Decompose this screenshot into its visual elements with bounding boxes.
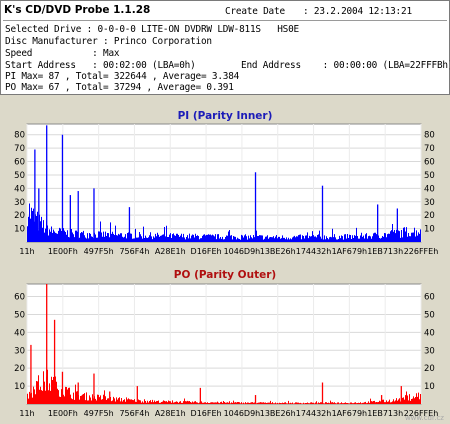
- plot-area: [26, 123, 422, 243]
- y-tick-label-right: 60: [424, 293, 435, 303]
- y-tick-label-left: 50: [14, 310, 25, 320]
- x-tick-label: 1EB713h: [367, 409, 403, 418]
- y-tick-label-right: 20: [424, 211, 435, 221]
- pi-stats: PI Max= 87 , Total= 322644 , Average= 3.…: [5, 71, 240, 82]
- po-chart-panel: PO (Parity Outer) 10 10 20 20 30 30 40 40 50 50 60…: [0, 266, 450, 424]
- info-panel: K's CD/DVD Probe 1.1.28 Create Date : 23…: [0, 0, 450, 95]
- y-tick-label-left: 70: [14, 144, 25, 154]
- selected-drive: Selected Drive : 0-0-0-0 LITE-ON DVDRW L…: [5, 24, 299, 35]
- watermark: www.cdr.cz: [404, 414, 444, 422]
- y-tick-label-left: 20: [14, 211, 25, 221]
- x-tick-label: A28E1h: [155, 247, 186, 256]
- y-tick-label-left: 60: [14, 158, 25, 168]
- start-address: Start Address : 00:02:00 (LBA=0h): [5, 60, 196, 71]
- x-tick-label: 11h: [19, 409, 34, 418]
- y-tick-label-right: 20: [424, 364, 435, 374]
- y-tick-label-right: 30: [424, 198, 435, 208]
- y-tick-label-left: 50: [14, 171, 25, 181]
- x-tick-label: 497F5h: [84, 247, 114, 256]
- x-tick-label: 1046D9h: [224, 409, 261, 418]
- x-tick-label: 1E00Fh: [48, 409, 78, 418]
- pi-chart: 10 10 20 20 30 30 40 40 50 50 60 60 70 70 80 80 11h 1E00F…: [14, 123, 439, 256]
- disc-manufacturer: Disc Manufacturer : Princo Corporation: [5, 36, 212, 47]
- y-tick-label-left: 10: [14, 382, 25, 392]
- x-tick-label: 497F5h: [84, 409, 114, 418]
- divider: [3, 20, 447, 21]
- y-tick-label-left: 40: [14, 184, 25, 194]
- y-tick-label-right: 40: [424, 184, 435, 194]
- speed: Speed : Max: [5, 48, 120, 59]
- y-tick-label-left: 60: [14, 293, 25, 303]
- y-tick-label-right: 50: [424, 171, 435, 181]
- x-tick-label: 1EB713h: [367, 247, 403, 256]
- y-tick-label-right: 10: [424, 382, 435, 392]
- create-date-label: Create Date: [225, 6, 285, 17]
- x-tick-label: 1AF679h: [332, 247, 368, 256]
- y-tick-label-left: 30: [14, 346, 25, 356]
- x-tick-label: 11h: [19, 247, 34, 256]
- y-tick-label-right: 50: [424, 310, 435, 320]
- y-tick-label-left: 10: [14, 225, 25, 235]
- x-tick-label: 13BE26h: [260, 409, 296, 418]
- x-tick-label: 756F4h: [119, 247, 149, 256]
- end-address: End Address : 00:00:00 (LBA=22FFFBh): [241, 60, 450, 71]
- x-tick-label: D16FEh: [191, 247, 222, 256]
- y-tick-label-right: 30: [424, 346, 435, 356]
- x-tick-label: 226FFEh: [404, 247, 439, 256]
- x-tick-label: 1AF679h: [332, 409, 368, 418]
- y-tick-label-right: 70: [424, 144, 435, 154]
- x-tick-label: 13BE26h: [260, 247, 296, 256]
- y-tick-label-left: 30: [14, 198, 25, 208]
- y-tick-label-right: 40: [424, 328, 435, 338]
- po-chart: 10 10 20 20 30 30 40 40 50 50 60 60 11h 1E00Fh 497F5h 7…: [14, 283, 438, 418]
- pi-chart-panel: PI (Parity Inner) 10 10 20 20 30 30 40 40 50 50 60…: [0, 104, 450, 262]
- x-tick-label: 174432h: [296, 409, 332, 418]
- y-tick-label-right: 10: [424, 225, 435, 235]
- y-tick-label-left: 80: [14, 131, 25, 141]
- y-tick-label-left: 20: [14, 364, 25, 374]
- x-tick-label: D16FEh: [191, 409, 222, 418]
- y-tick-label-right: 60: [424, 158, 435, 168]
- x-tick-label: 174432h: [296, 247, 332, 256]
- y-tick-label-left: 40: [14, 328, 25, 338]
- x-tick-label: A28E1h: [155, 409, 186, 418]
- app-title: K's CD/DVD Probe 1.1.28: [4, 4, 151, 16]
- y-tick-label-right: 80: [424, 131, 435, 141]
- x-tick-label: 1E00Fh: [48, 247, 78, 256]
- create-date-value: : 23.2.2004 12:13:21: [303, 6, 412, 17]
- x-tick-label: 756F4h: [119, 409, 149, 418]
- po-stats: PO Max= 67 , Total= 37294 , Average= 0.3…: [5, 82, 234, 93]
- x-tick-label: 1046D9h: [224, 247, 261, 256]
